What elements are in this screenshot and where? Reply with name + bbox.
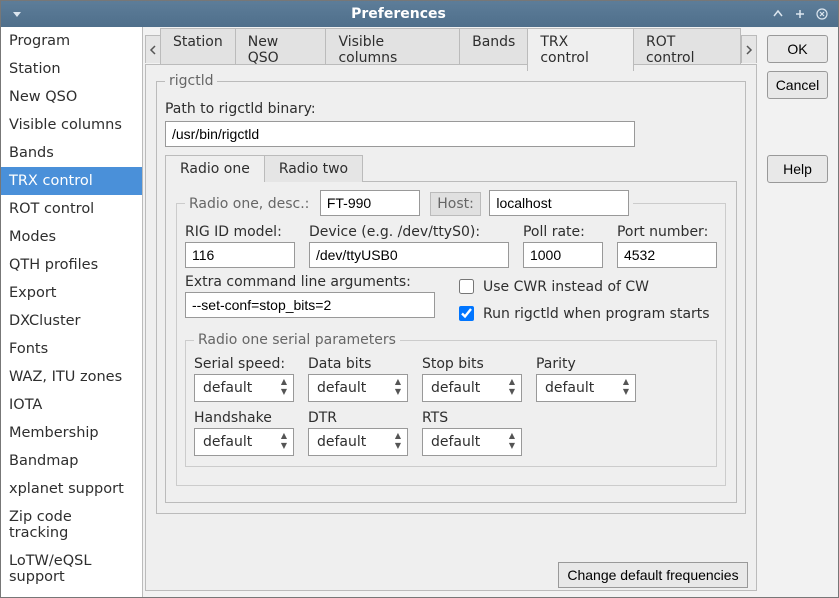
- cwr-checkbox-label: Use CWR instead of CW: [483, 279, 649, 295]
- change-default-frequencies-button[interactable]: Change default frequencies: [558, 562, 748, 588]
- rts-label: RTS: [422, 410, 522, 426]
- sidebar-item-trx-control[interactable]: TRX control: [1, 167, 142, 195]
- sidebar-item-export[interactable]: Export: [1, 279, 142, 307]
- maximize-icon[interactable]: [792, 6, 808, 22]
- serial-speed-label: Serial speed:: [194, 356, 294, 372]
- host-label: Host:: [430, 192, 481, 216]
- parity-spinner[interactable]: default▲▼: [536, 374, 636, 402]
- sidebar-item-new-qso[interactable]: New QSO: [1, 83, 142, 111]
- run-rigctld-checkbox-row[interactable]: Run rigctld when program starts: [455, 303, 710, 324]
- tab-scroll-left[interactable]: [145, 35, 161, 63]
- sidebar-item-waz-itu-zones[interactable]: WAZ, ITU zones: [1, 363, 142, 391]
- sidebar-item-cw-interface[interactable]: CW interface: [1, 591, 142, 597]
- rig-id-label: RIG ID model:: [185, 224, 295, 240]
- button-panel: OK Cancel Help: [763, 27, 838, 597]
- cwr-checkbox[interactable]: [459, 279, 474, 294]
- sidebar-item-rot-control[interactable]: ROT control: [1, 195, 142, 223]
- sidebar-item-fonts[interactable]: Fonts: [1, 335, 142, 363]
- window-title: Preferences: [27, 6, 770, 22]
- run-rigctld-checkbox[interactable]: [459, 306, 474, 321]
- tab-trx-control[interactable]: TRX control: [527, 28, 634, 71]
- poll-input[interactable]: [523, 242, 603, 268]
- dtr-label: DTR: [308, 410, 408, 426]
- sidebar-item-modes[interactable]: Modes: [1, 223, 142, 251]
- stopbits-label: Stop bits: [422, 356, 522, 372]
- handshake-spinner[interactable]: default▲▼: [194, 428, 294, 456]
- parity-label: Parity: [536, 356, 636, 372]
- poll-label: Poll rate:: [523, 224, 603, 240]
- top-tabbar: StationNew QSOVisible columnsBandsTRX co…: [145, 33, 757, 65]
- rigctld-legend: rigctld: [165, 73, 218, 89]
- rts-spinner[interactable]: default▲▼: [422, 428, 522, 456]
- category-sidebar: ProgramStationNew QSOVisible columnsBand…: [1, 27, 143, 597]
- trx-tab-content: rigctld Path to rigctld binary: Radio on…: [145, 64, 757, 591]
- sidebar-item-membership[interactable]: Membership: [1, 419, 142, 447]
- host-input[interactable]: [489, 190, 629, 216]
- device-input[interactable]: [309, 242, 509, 268]
- cwr-checkbox-row[interactable]: Use CWR instead of CW: [455, 276, 710, 297]
- extra-args-label: Extra command line arguments:: [185, 274, 435, 290]
- radio-tab-radio-two[interactable]: Radio two: [264, 155, 363, 182]
- radio-desc-input[interactable]: [320, 190, 420, 216]
- sidebar-item-station[interactable]: Station: [1, 55, 142, 83]
- serial-params-legend: Radio one serial parameters: [194, 332, 400, 348]
- run-rigctld-checkbox-label: Run rigctld when program starts: [483, 306, 710, 322]
- port-label: Port number:: [617, 224, 717, 240]
- sidebar-item-bands[interactable]: Bands: [1, 139, 142, 167]
- sidebar-item-program[interactable]: Program: [1, 27, 142, 55]
- help-button[interactable]: Help: [767, 155, 828, 183]
- radio-tab-radio-one[interactable]: Radio one: [165, 155, 265, 182]
- databits-label: Data bits: [308, 356, 408, 372]
- cancel-button[interactable]: Cancel: [767, 71, 828, 99]
- serial-speed-spinner[interactable]: default▲▼: [194, 374, 294, 402]
- rig-id-input[interactable]: [185, 242, 295, 268]
- radio-one-desc-legend: Radio one, desc.: Host:: [185, 190, 633, 216]
- close-icon[interactable]: [814, 6, 830, 22]
- sidebar-item-bandmap[interactable]: Bandmap: [1, 447, 142, 475]
- serial-params-group: Radio one serial parameters Serial speed…: [185, 332, 717, 467]
- window-menu-icon[interactable]: [9, 6, 25, 22]
- sidebar-item-zip-code-tracking[interactable]: Zip code tracking: [1, 503, 142, 547]
- rigctld-path-input[interactable]: [165, 121, 635, 147]
- stopbits-spinner[interactable]: default▲▼: [422, 374, 522, 402]
- handshake-label: Handshake: [194, 410, 294, 426]
- sidebar-item-qth-profiles[interactable]: QTH profiles: [1, 251, 142, 279]
- sidebar-item-lotw-eqsl-support[interactable]: LoTW/eQSL support: [1, 547, 142, 591]
- rigctld-path-label: Path to rigctld binary:: [165, 101, 316, 117]
- radio-one-desc-group: Radio one, desc.: Host: RIG ID model:: [176, 190, 726, 486]
- sidebar-item-dxcluster[interactable]: DXCluster: [1, 307, 142, 335]
- sidebar-item-iota[interactable]: IOTA: [1, 391, 142, 419]
- sidebar-item-visible-columns[interactable]: Visible columns: [1, 111, 142, 139]
- port-input[interactable]: [617, 242, 717, 268]
- rollup-icon[interactable]: [770, 6, 786, 22]
- databits-spinner[interactable]: default▲▼: [308, 374, 408, 402]
- preferences-window: Preferences ProgramStationNew QSOVisible…: [0, 0, 839, 598]
- titlebar: Preferences: [1, 1, 838, 27]
- dtr-spinner[interactable]: default▲▼: [308, 428, 408, 456]
- sidebar-item-xplanet-support[interactable]: xplanet support: [1, 475, 142, 503]
- tab-scroll-right[interactable]: [741, 35, 757, 63]
- ok-button[interactable]: OK: [767, 35, 828, 63]
- rigctld-group: rigctld Path to rigctld binary: Radio on…: [156, 73, 746, 514]
- extra-args-input[interactable]: [185, 292, 435, 318]
- radio-one-panel: Radio one, desc.: Host: RIG ID model:: [165, 181, 737, 503]
- device-label: Device (e.g. /dev/ttyS0):: [309, 224, 509, 240]
